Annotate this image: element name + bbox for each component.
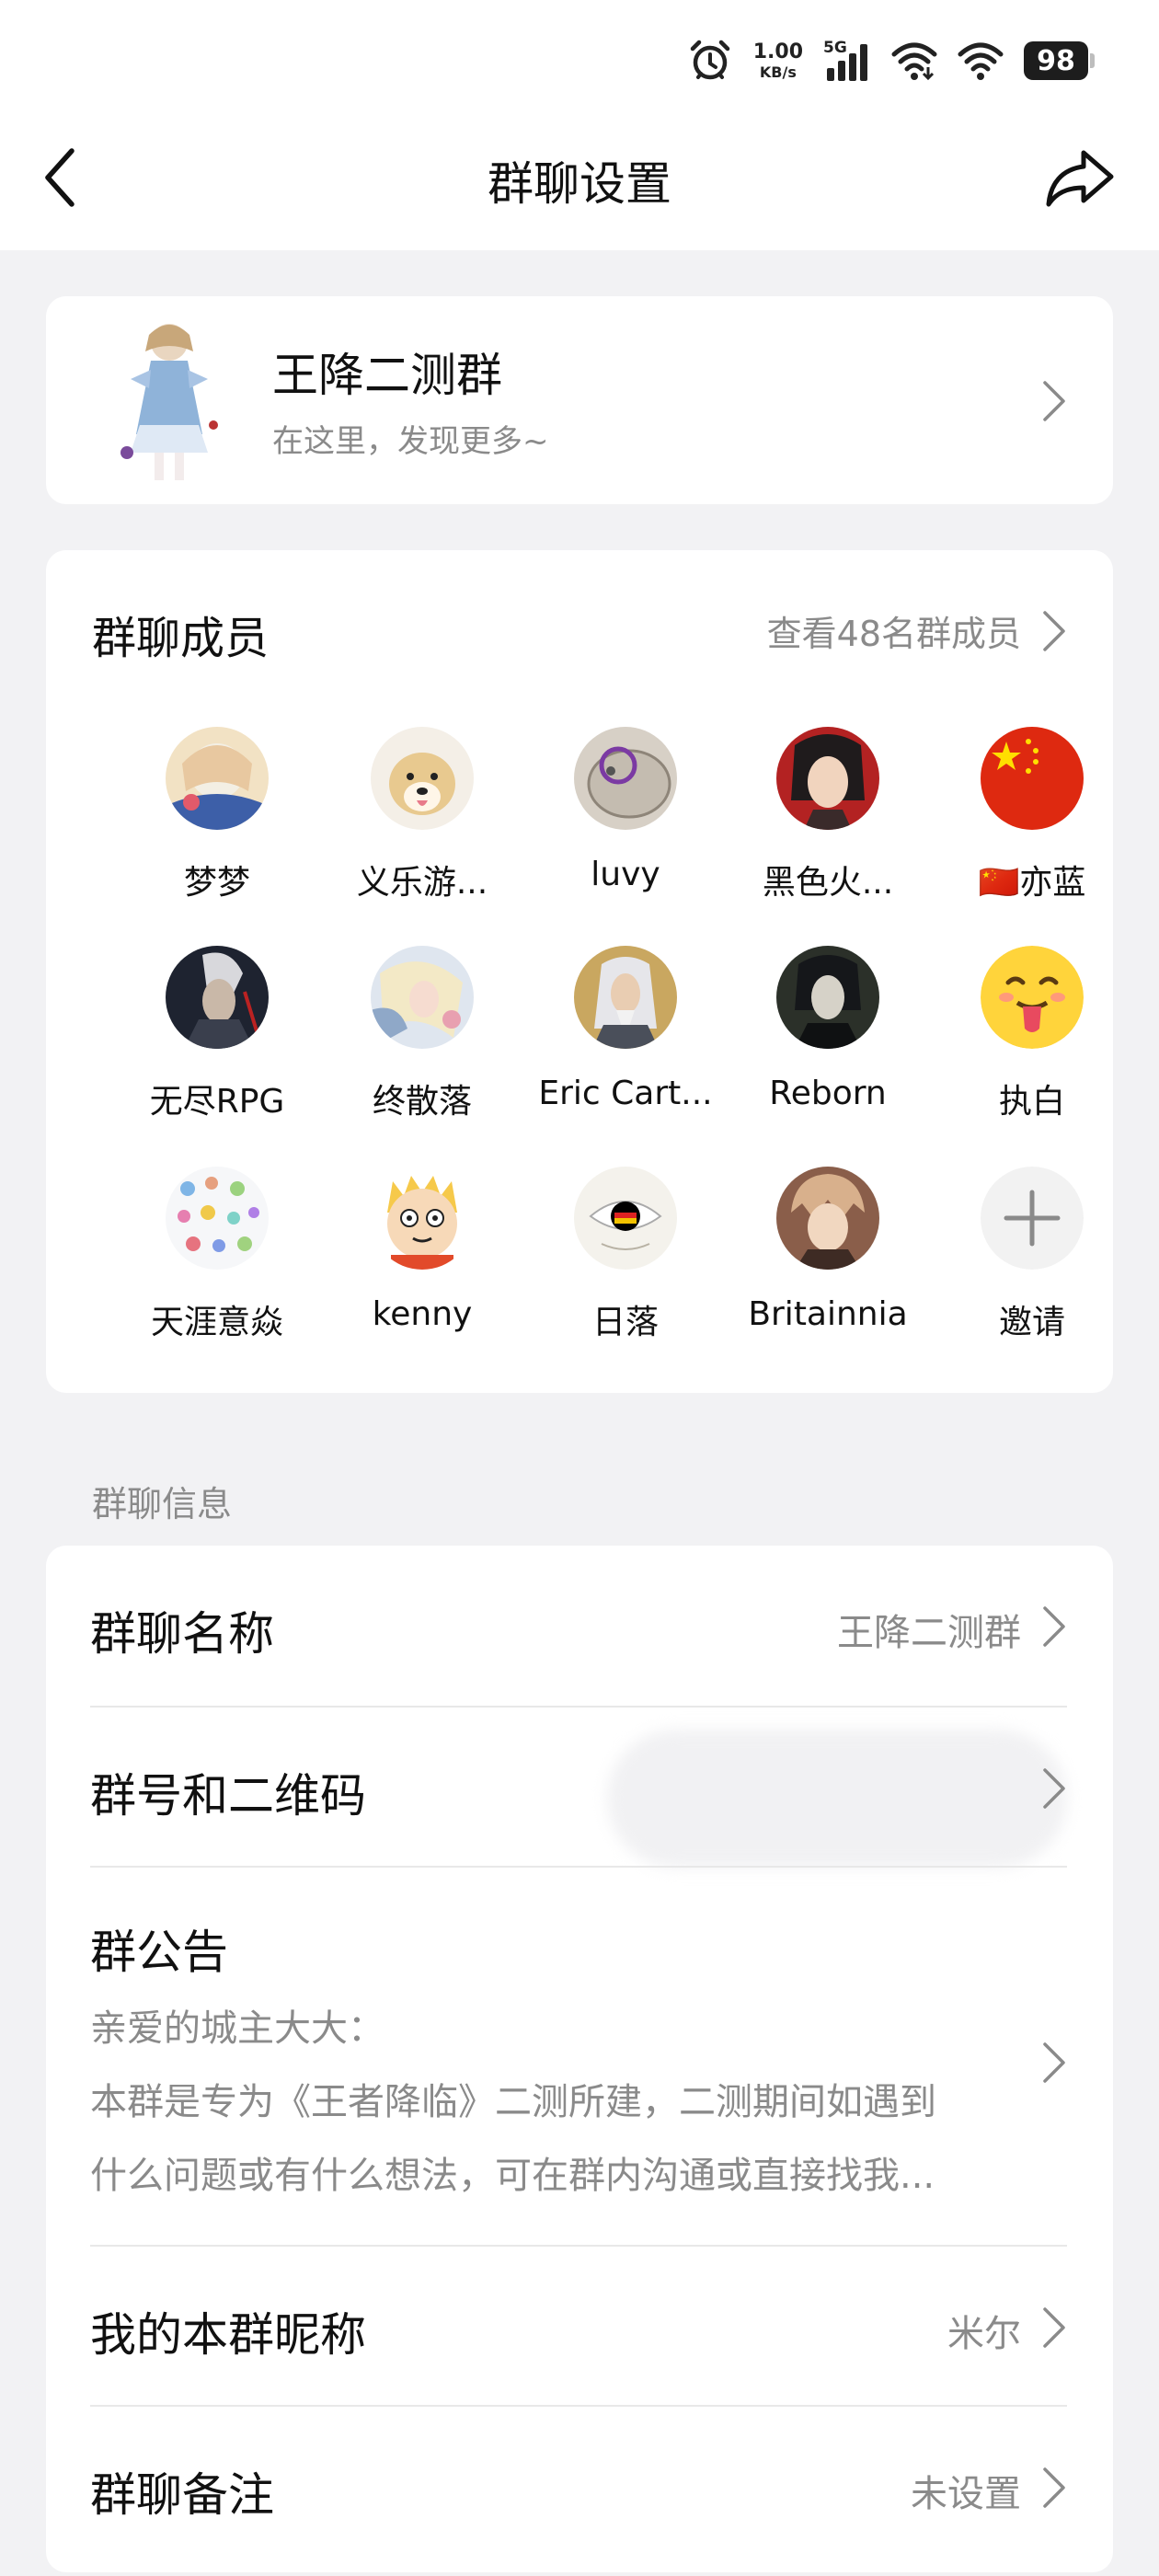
- member-avatar: [371, 727, 474, 830]
- member-name: luvy: [591, 856, 660, 893]
- member-avatar: [371, 946, 474, 1049]
- group-name-row[interactable]: 群聊名称 王降二测群: [46, 1546, 1113, 1706]
- row-title: 群聊备注: [90, 2468, 274, 2522]
- header-area: 1.00 KB/s 5G 98 群聊设置: [0, 0, 1159, 250]
- member-name: 无尽RPG: [149, 1083, 285, 1121]
- signal-icon: 5G: [823, 39, 871, 81]
- group-id-qr-row[interactable]: 群号和二维码: [46, 1708, 1113, 1868]
- member-avatar: [776, 946, 879, 1049]
- member-item[interactable]: 🇨🇳亦蓝: [931, 727, 1133, 903]
- member-name: 天涯意焱: [150, 1304, 283, 1341]
- wifi-icon: [958, 42, 1004, 80]
- member-item[interactable]: 黑色火...: [727, 727, 929, 903]
- member-name: 义乐游...: [356, 864, 488, 902]
- member-item[interactable]: Reborn: [727, 946, 929, 1112]
- member-name: Reborn: [769, 1075, 887, 1112]
- member-avatar: [776, 1167, 879, 1270]
- member-avatar: [166, 1167, 269, 1270]
- notice-line: 本群是专为《王者降临》二测所建，二测期间如遇到: [90, 2081, 936, 2123]
- group-subtitle: 在这里，发现更多~: [272, 423, 549, 460]
- member-item[interactable]: 无尽RPG: [116, 946, 318, 1122]
- row-value: 米尔: [947, 2313, 1021, 2355]
- group-info-card: 群聊名称 王降二测群 群号和二维码 群公告 亲爱的城主大大： 本群是专为《王者降…: [46, 1546, 1113, 2572]
- chevron-right-icon: [1043, 1768, 1065, 1809]
- member-name: Eric Cart...: [538, 1075, 713, 1112]
- member-item[interactable]: kenny: [321, 1167, 523, 1333]
- member-name: 🇨🇳亦蓝: [978, 864, 1086, 902]
- plus-icon: [981, 1167, 1084, 1270]
- members-card: 群聊成员 查看48名群成员 梦梦 义乐游... luvy 黑色火... 🇨🇳亦蓝…: [46, 550, 1113, 1393]
- member-item[interactable]: 日落: [524, 1167, 727, 1343]
- member-name: 梦梦: [183, 864, 250, 902]
- member-item[interactable]: Eric Cart...: [524, 946, 727, 1112]
- alarm-icon: [690, 40, 729, 80]
- speed-unit: KB/s: [759, 63, 797, 81]
- chevron-right-icon: [1043, 381, 1065, 421]
- notice-line: 亲爱的城主大大：: [90, 2007, 384, 2050]
- member-item[interactable]: 义乐游...: [321, 727, 523, 903]
- share-icon[interactable]: [1045, 147, 1115, 208]
- member-item[interactable]: 执白: [931, 946, 1133, 1122]
- speed-value: 1.00: [752, 40, 803, 63]
- battery-icon: 98: [1024, 41, 1095, 80]
- network-speed: 1.00 KB/s: [752, 40, 803, 81]
- status-bar: 1.00 KB/s 5G 98: [687, 33, 1095, 88]
- member-avatar: [574, 1167, 677, 1270]
- group-remark-row[interactable]: 群聊备注 未设置: [46, 2407, 1113, 2569]
- invite-label: 邀请: [998, 1304, 1065, 1341]
- battery-level: 98: [1024, 41, 1088, 80]
- member-name: 黑色火...: [762, 864, 894, 902]
- member-avatar: [981, 946, 1084, 1049]
- member-avatar: [166, 727, 269, 830]
- redacted-group-id: [607, 1730, 1067, 1868]
- chevron-right-icon: [1043, 2307, 1065, 2348]
- network-type: 5G: [823, 39, 847, 57]
- chevron-right-icon: [1043, 1606, 1065, 1647]
- invite-button[interactable]: 邀请: [931, 1167, 1133, 1343]
- member-avatar: [166, 946, 269, 1049]
- row-value: 未设置: [911, 2473, 1021, 2515]
- member-name: kenny: [372, 1295, 473, 1333]
- member-name: 执白: [998, 1083, 1065, 1121]
- members-title: 群聊成员: [92, 613, 270, 664]
- member-item[interactable]: luvy: [524, 727, 727, 893]
- section-label-group-info: 群聊信息: [92, 1484, 233, 1524]
- chevron-right-icon: [1043, 2467, 1065, 2508]
- page-title: 群聊设置: [488, 157, 671, 211]
- group-avatar: [94, 315, 245, 486]
- my-nickname-row[interactable]: 我的本群昵称 米尔: [46, 2247, 1113, 2405]
- member-avatar: [776, 727, 879, 830]
- chevron-right-icon[interactable]: [1041, 609, 1067, 653]
- member-name: 终散落: [372, 1083, 472, 1121]
- member-item[interactable]: Britainnia: [727, 1167, 929, 1333]
- row-title: 我的本群昵称: [90, 2308, 366, 2362]
- row-title: 群聊名称: [90, 1607, 274, 1661]
- member-avatar: [574, 946, 677, 1049]
- group-profile-card[interactable]: 王降二测群 在这里，发现更多~: [46, 296, 1113, 504]
- member-item[interactable]: 天涯意焱: [116, 1167, 318, 1343]
- member-avatar: [371, 1167, 474, 1270]
- member-avatar: [981, 727, 1084, 830]
- group-name: 王降二测群: [272, 349, 502, 402]
- view-all-members-link[interactable]: 查看48名群成员: [767, 605, 1021, 656]
- row-title: 群公告: [90, 1926, 228, 1979]
- member-item[interactable]: 梦梦: [116, 727, 318, 903]
- wifi-icon: [891, 42, 937, 81]
- row-value: 王降二测群: [837, 1612, 1021, 1654]
- member-name: 日落: [591, 1304, 659, 1341]
- group-notice-row[interactable]: 群公告 亲爱的城主大大： 本群是专为《王者降临》二测所建，二测期间如遇到 什么问…: [46, 1868, 1113, 2245]
- notice-line: 什么问题或有什么想法，可在群内沟通或直接找我...: [90, 2155, 935, 2197]
- chevron-right-icon: [1043, 2042, 1065, 2083]
- member-avatar: [574, 727, 677, 830]
- row-title: 群号和二维码: [90, 1769, 366, 1823]
- member-name: Britainnia: [748, 1295, 908, 1333]
- member-item[interactable]: 终散落: [321, 946, 523, 1122]
